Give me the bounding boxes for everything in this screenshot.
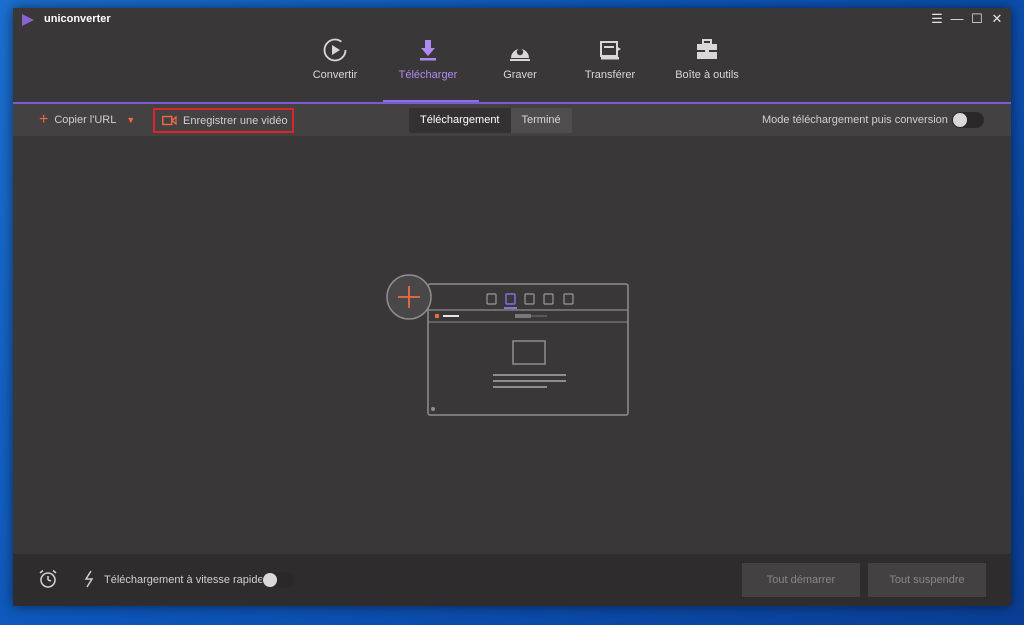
plus-icon: + [39,111,49,128]
menu-icon[interactable]: ☰ [929,10,945,28]
nav-label: Télécharger [398,69,458,81]
pause-all-button[interactable]: Tout suspendre [868,563,986,597]
download-icon [420,40,436,61]
nav-label: Transférer [584,69,636,81]
convert-icon [323,38,347,62]
bottom-bar: Téléchargement à vitesse rapide Tout dém… [13,554,1011,606]
maximize-button[interactable]: ☐ [969,10,985,28]
mode-label: Mode téléchargement puis conversion [762,114,948,126]
window-controls: ☰ — ☐ ✕ [929,10,1005,28]
toolbar: + Copier l'URL ▼ Enregistrer une vidéo T… [13,104,1011,136]
alarm-clock-icon[interactable] [37,568,59,590]
app-title: uniconverter [44,13,111,25]
download-area [13,136,1011,554]
nav-graver[interactable]: Graver [475,36,565,102]
mode-toggle[interactable] [952,112,984,128]
toggle-knob [953,113,967,127]
fast-download-toggle[interactable] [262,572,294,588]
title-bar: uniconverter ☰ — ☐ ✕ [13,8,1011,32]
nav-telecharger[interactable]: Télécharger [383,36,473,102]
nav-convertir[interactable]: Convertir [290,36,380,102]
copy-url-button[interactable]: + Copier l'URL ▼ [39,104,135,136]
toolbox-icon [697,39,717,59]
transfer-icon [600,41,621,60]
app-logo-icon [22,14,34,26]
tab-telechargement[interactable]: Téléchargement [409,108,511,133]
video-camera-icon [162,115,177,126]
nav-label: Graver [503,69,537,81]
close-button[interactable]: ✕ [989,10,1005,28]
nav-label: Boîte à outils [675,69,739,81]
record-video-button[interactable]: Enregistrer une vidéo [153,108,294,133]
lightning-icon [84,570,94,588]
download-tabs: Téléchargement Terminé [409,108,572,133]
toggle-knob [263,573,277,587]
nav-label: Convertir [312,69,358,81]
chevron-down-icon[interactable]: ▼ [126,115,135,125]
burn-disc-icon [510,48,530,61]
active-tab-indicator [383,100,479,102]
app-window: uniconverter ☰ — ☐ ✕ Convertir Télécharg… [13,8,1011,606]
fast-download-label: Téléchargement à vitesse rapide [104,574,264,586]
nav-boite-a-outils[interactable]: Boîte à outils [662,36,752,102]
nav-transferer[interactable]: Transférer [565,36,655,102]
main-nav: Convertir Télécharger Graver Transférer … [13,32,1011,102]
record-video-label: Enregistrer une vidéo [183,114,288,127]
start-all-button[interactable]: Tout démarrer [742,563,860,597]
tab-termine[interactable]: Terminé [511,108,572,133]
minimize-button[interactable]: — [949,10,965,28]
copy-url-label: Copier l'URL [54,114,117,126]
empty-state-illustration[interactable] [385,267,633,419]
